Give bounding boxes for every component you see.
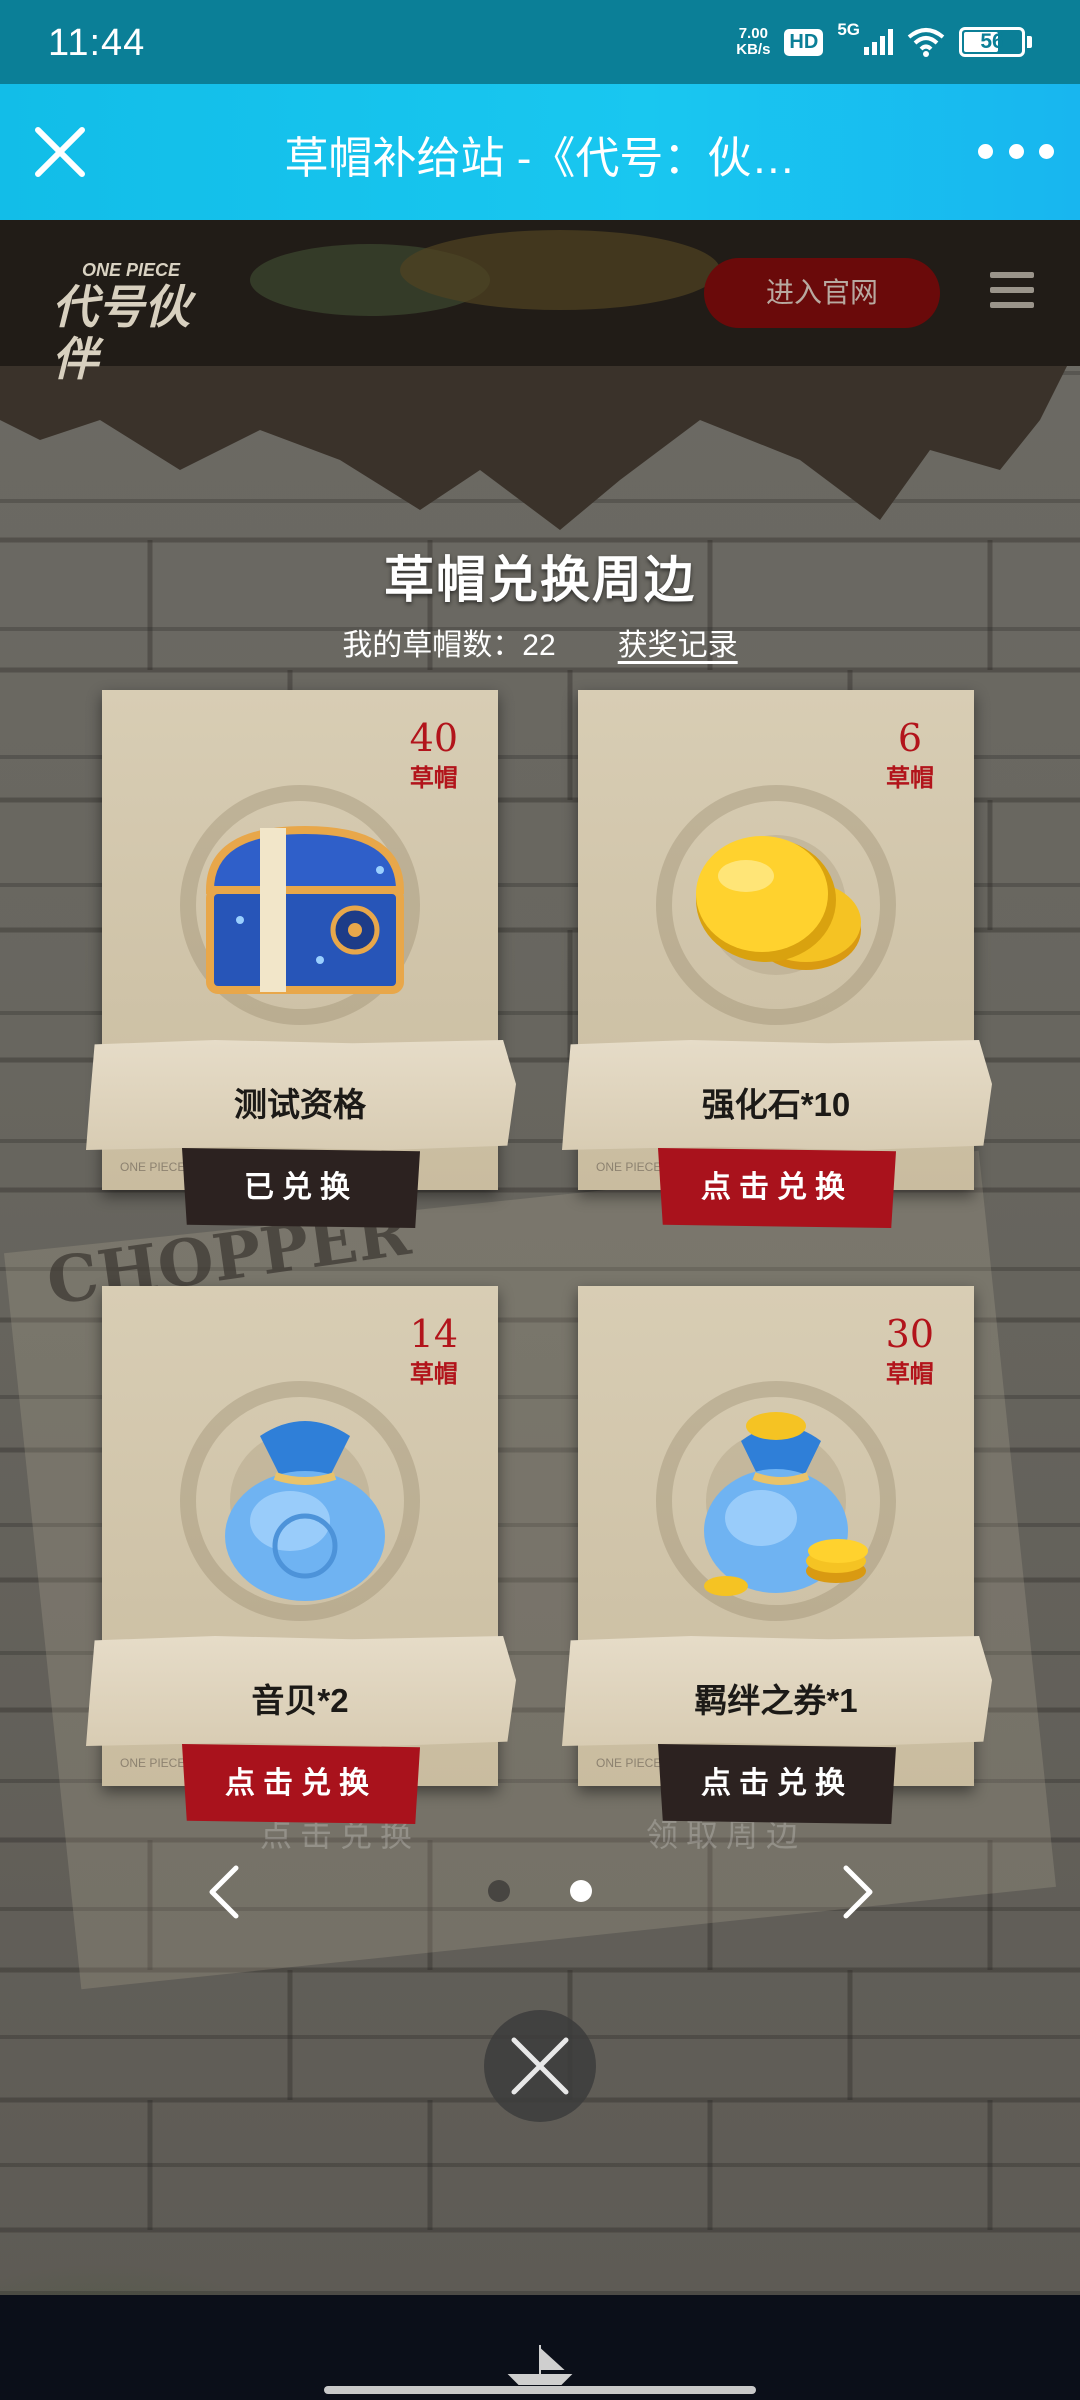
item-name: 羁绊之券*1 bbox=[694, 1682, 858, 1719]
prize-records-link[interactable]: 获奖记录 bbox=[618, 620, 738, 662]
coin-pouch-icon bbox=[704, 1412, 868, 1596]
redeem-button[interactable]: 点击兑换 bbox=[182, 1744, 420, 1824]
redeem-button[interactable]: 点击兑换 bbox=[658, 1744, 896, 1824]
price-value: 30 bbox=[885, 1312, 934, 1356]
chevron-right-icon bbox=[843, 1865, 873, 1919]
menu-button[interactable] bbox=[990, 272, 1034, 312]
next-page-button[interactable] bbox=[838, 1862, 878, 1922]
price-unit: 草帽 bbox=[409, 763, 458, 792]
more-options-button[interactable] bbox=[978, 136, 1054, 166]
item-name: 测试资格 bbox=[234, 1086, 366, 1123]
card-watermark: ONE PIECE bbox=[596, 1160, 662, 1174]
close-icon bbox=[35, 127, 85, 177]
menu-line-icon bbox=[990, 287, 1034, 293]
close-modal-button[interactable] bbox=[484, 2010, 596, 2122]
battery-level: 56 bbox=[980, 30, 1004, 53]
more-dot-icon bbox=[1008, 143, 1024, 159]
price-value: 40 bbox=[409, 716, 458, 760]
bottom-bar bbox=[0, 2295, 1080, 2400]
price-unit: 草帽 bbox=[885, 1359, 934, 1388]
price-tag: 30 草帽 bbox=[886, 1314, 934, 1389]
chevron-left-icon bbox=[209, 1865, 239, 1919]
game-logo[interactable]: ONE PIECE 代号伙伴 bbox=[52, 260, 232, 385]
background-plant bbox=[0, 2260, 340, 2295]
section-title: 草帽兑换周边 bbox=[384, 552, 696, 608]
official-site-button[interactable]: 进入官网 bbox=[704, 258, 940, 328]
previous-page-button[interactable] bbox=[204, 1862, 244, 1922]
status-icons: 7.00 KB/s HD 5G 56 bbox=[736, 20, 1032, 62]
price-value: 14 bbox=[409, 1312, 458, 1356]
price-value: 6 bbox=[897, 716, 923, 760]
menu-line-icon bbox=[990, 302, 1034, 308]
hat-count-row: 我的草帽数：22 获奖记录 bbox=[0, 620, 1080, 662]
price-unit: 草帽 bbox=[886, 763, 934, 792]
status-bar: 11:44 7.00 KB/s HD 5G 56 bbox=[0, 0, 1080, 84]
redeemed-button[interactable]: 已兑换 bbox=[182, 1148, 420, 1228]
blue-pouch-icon bbox=[225, 1421, 385, 1601]
price-tag: 14 草帽 bbox=[410, 1314, 458, 1389]
item-name: 音贝*2 bbox=[251, 1682, 349, 1719]
ship-logo-icon bbox=[507, 2345, 573, 2385]
more-dot-icon bbox=[978, 143, 993, 159]
price-tag: 40 草帽 bbox=[410, 718, 458, 793]
network-type-label: 5G bbox=[837, 20, 860, 39]
home-indicator[interactable] bbox=[324, 2386, 756, 2394]
redeem-button[interactable]: 点击兑换 bbox=[658, 1148, 896, 1228]
card-watermark: ONE PIECE bbox=[120, 1160, 186, 1174]
wifi-icon bbox=[907, 28, 945, 57]
item-name: 强化石*10 bbox=[701, 1086, 851, 1123]
app-title-bar: 草帽补给站 -《代号：伙… bbox=[0, 84, 1080, 220]
card-watermark: ONE PIECE bbox=[596, 1756, 662, 1770]
reward-card: 6 草帽 强化石*10 ONE PIECE 点击兑换 bbox=[562, 690, 992, 1228]
page-indicator-dot[interactable] bbox=[488, 1880, 510, 1902]
gold-coin-icon bbox=[696, 836, 861, 970]
logo-subtitle: ONE PIECE bbox=[82, 260, 181, 280]
reward-card: 14 草帽 音贝*2 ONE PIECE 点击兑换 bbox=[86, 1286, 516, 1824]
treasure-chest-icon bbox=[205, 825, 405, 994]
status-time: 11:44 bbox=[48, 22, 146, 64]
close-icon bbox=[511, 2037, 569, 2095]
hat-count-label: 我的草帽数：22 bbox=[342, 629, 556, 662]
menu-line-icon bbox=[990, 272, 1034, 278]
page-background: CHOPPER ONE PIECE 代号伙伴 进入官网 点击兑换 领取周边 bbox=[0, 220, 1080, 2295]
card-watermark: ONE PIECE bbox=[120, 1756, 186, 1770]
network-speed: 7.00 KB/s bbox=[736, 26, 770, 58]
network-speed-unit: KB/s bbox=[736, 41, 771, 58]
signal-icon bbox=[864, 29, 893, 55]
price-unit: 草帽 bbox=[409, 1359, 458, 1388]
battery-icon: 56 bbox=[959, 27, 1025, 57]
network-speed-value: 7.00 bbox=[738, 25, 768, 42]
more-dot-icon bbox=[1039, 143, 1054, 159]
price-tag: 6 草帽 bbox=[886, 718, 934, 793]
page-indicator-dot-active[interactable] bbox=[570, 1880, 592, 1902]
logo-title: 代号伙伴 bbox=[52, 280, 190, 386]
hd-icon: HD bbox=[784, 28, 824, 56]
reward-card: 40 草帽 测试资格 ONE PIECE 已兑换 bbox=[86, 690, 516, 1228]
reward-card: 30 草帽 羁绊之券*1 ONE PIECE 点击兑换 bbox=[562, 1286, 992, 1824]
battery-tip bbox=[1027, 36, 1032, 48]
close-button[interactable] bbox=[28, 120, 92, 184]
page-title: 草帽补给站 -《代号：伙… bbox=[284, 134, 796, 183]
